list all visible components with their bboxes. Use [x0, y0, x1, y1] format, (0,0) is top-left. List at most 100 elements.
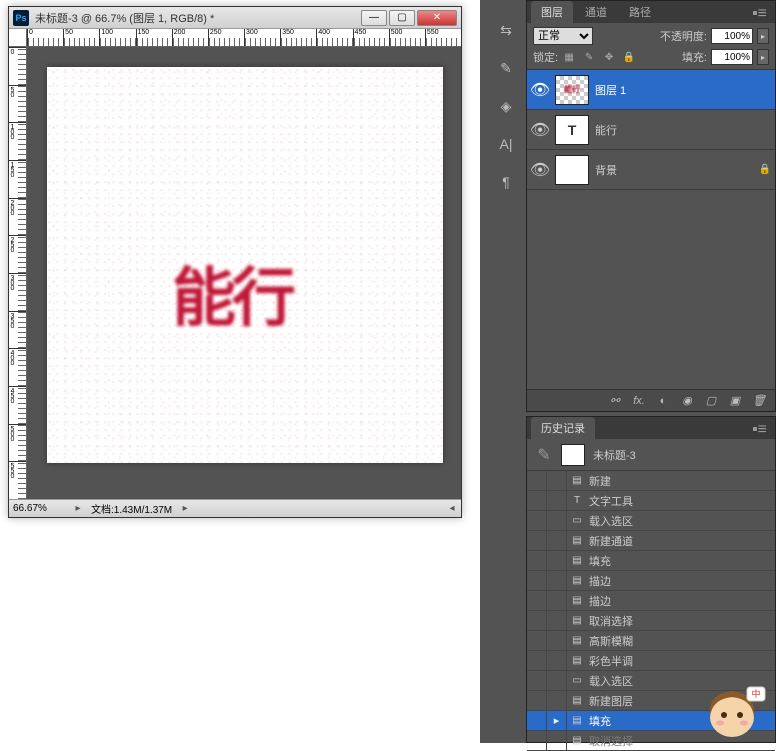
fill-label: 填充:	[682, 49, 707, 65]
ruler-tick: 450	[9, 386, 26, 424]
tool-layers-icon[interactable]: ◈	[494, 94, 518, 118]
history-row[interactable]: T文字工具	[527, 491, 775, 511]
zoom-dropdown-icon[interactable]: ▸	[73, 503, 83, 514]
layer-fx-icon[interactable]: fx.	[631, 395, 647, 407]
history-brush-icon[interactable]: ✎	[535, 445, 553, 465]
ruler-tick: 100	[9, 122, 26, 160]
ruler-tick: 300	[9, 273, 26, 311]
tab-channels[interactable]: 通道	[575, 1, 617, 23]
tool-character-icon[interactable]: A|	[494, 132, 518, 156]
layer-row[interactable]: 👁背景🔒	[527, 150, 775, 190]
minimize-button[interactable]: —	[361, 10, 387, 26]
history-panel-tabs: 历史记录 ▪≡	[527, 417, 775, 439]
tab-paths[interactable]: 路径	[619, 1, 661, 23]
layer-name[interactable]: 背景	[595, 162, 753, 178]
history-step-label: 填充	[587, 553, 611, 569]
history-row[interactable]: ▭载入选区	[527, 511, 775, 531]
ruler-tick: 150	[136, 29, 172, 46]
history-row[interactable]: ▤取消选择	[527, 731, 775, 751]
document-titlebar[interactable]: Ps 未标题-3 @ 66.7% (图层 1, RGB/8) * — ▢ ✕	[9, 7, 461, 29]
lock-label: 锁定:	[533, 49, 558, 65]
ruler-tick: 150	[9, 160, 26, 198]
tool-paragraph-icon[interactable]: ¶	[494, 170, 518, 194]
fill-dropdown-icon[interactable]: ▸	[757, 49, 769, 65]
lock-transparency-icon[interactable]: ▦	[562, 50, 576, 64]
opacity-dropdown-icon[interactable]: ▸	[757, 28, 769, 44]
ruler-corner[interactable]	[9, 29, 27, 47]
history-panel: 历史记录 ▪≡ ✎ 未标题-3 ▤新建T文字工具▭载入选区▤新建通道▤填充▤描边…	[526, 416, 776, 743]
history-row[interactable]: ▤填充	[527, 551, 775, 571]
history-step-icon: ▤	[567, 575, 587, 586]
ruler-tick: 0	[9, 47, 26, 85]
history-row[interactable]: ▸▤填充	[527, 711, 775, 731]
lock-all-icon[interactable]: 🔒	[622, 50, 636, 64]
layer-mask-icon[interactable]: ◐	[655, 395, 671, 407]
layer-thumb[interactable]: T	[555, 115, 589, 145]
opacity-input[interactable]	[711, 28, 753, 44]
layer-name[interactable]: 能行	[595, 122, 771, 138]
history-row[interactable]: ▤彩色半调	[527, 651, 775, 671]
layer-thumb[interactable]: 能行	[555, 75, 589, 105]
fill-input[interactable]	[711, 49, 753, 65]
lock-pixels-icon[interactable]: ✎	[582, 50, 596, 64]
file-size: 文档:1.43M/1.37M	[91, 501, 172, 516]
layer-thumb[interactable]	[555, 155, 589, 185]
layer-visibility-icon[interactable]: 👁	[531, 81, 549, 99]
adjustment-layer-icon[interactable]: ◉	[679, 394, 695, 407]
layers-footer: ⚯ fx. ◐ ◉ ▢ ▣ 🗑	[527, 389, 775, 411]
layer-visibility-icon[interactable]: 👁	[531, 121, 549, 139]
history-step-icon: ▭	[567, 675, 587, 686]
scroll-left-icon[interactable]: ◂	[447, 503, 457, 514]
history-row[interactable]: ▤高斯模糊	[527, 631, 775, 651]
tool-brush-icon[interactable]: ✎	[494, 56, 518, 80]
ruler-tick: 200	[172, 29, 208, 46]
zoom-level[interactable]: 66.67%	[13, 503, 65, 514]
layer-row[interactable]: 👁 能行图层 1	[527, 70, 775, 110]
ruler-vertical[interactable]: 050100150200250300350400450500550	[9, 47, 27, 499]
new-layer-icon[interactable]: ▣	[727, 394, 743, 407]
panel-menu-icon[interactable]: ▪≡	[748, 5, 771, 23]
history-step-label: 取消选择	[587, 733, 633, 749]
delete-layer-icon[interactable]: 🗑	[751, 394, 767, 407]
canvas-area[interactable]: 能行	[27, 47, 461, 499]
tool-arrange-icon[interactable]: ⇆	[494, 18, 518, 42]
canvas[interactable]: 能行	[47, 67, 443, 463]
history-doc-name: 未标题-3	[593, 447, 636, 463]
tab-layers[interactable]: 图层	[531, 1, 573, 23]
app-icon: Ps	[13, 10, 29, 26]
history-doc-thumb	[561, 444, 585, 466]
history-row[interactable]: ▭载入选区	[527, 671, 775, 691]
layer-name[interactable]: 图层 1	[595, 82, 771, 98]
history-row[interactable]: ▤新建通道	[527, 531, 775, 551]
history-step-label: 高斯模糊	[587, 633, 633, 649]
layer-row[interactable]: 👁 T 能行	[527, 110, 775, 150]
history-step-label: 文字工具	[587, 493, 633, 509]
history-step-label: 彩色半调	[587, 653, 633, 669]
ruler-tick: 300	[244, 29, 280, 46]
layer-visibility-icon[interactable]: 👁	[531, 161, 549, 179]
history-row[interactable]: ▤新建	[527, 471, 775, 491]
document-statusbar: 66.67% ▸ 文档:1.43M/1.37M ▸ ◂	[9, 499, 461, 517]
tab-history[interactable]: 历史记录	[531, 417, 595, 439]
history-step-icon: ▤	[567, 735, 587, 746]
history-panel-menu-icon[interactable]: ▪≡	[748, 421, 771, 439]
status-dropdown-icon[interactable]: ▸	[180, 503, 190, 514]
history-step-icon: ▤	[567, 635, 587, 646]
blend-mode-select[interactable]: 正常	[533, 27, 593, 45]
history-row[interactable]: ▤取消选择	[527, 611, 775, 631]
tool-strip: ⇆ ✎ ◈ A| ¶	[494, 18, 522, 194]
history-step-label: 取消选择	[587, 613, 633, 629]
lock-position-icon[interactable]: ✥	[602, 50, 616, 64]
history-row[interactable]: ▤描边	[527, 591, 775, 611]
history-row[interactable]: ▤描边	[527, 571, 775, 591]
layer-group-icon[interactable]: ▢	[703, 394, 719, 407]
link-layers-icon[interactable]: ⚯	[607, 394, 623, 407]
history-row[interactable]: ▤新建图层	[527, 691, 775, 711]
ruler-tick: 550	[9, 461, 26, 499]
ruler-horizontal[interactable]: 050100150200250300350400450500550	[27, 29, 461, 47]
history-doc-row[interactable]: ✎ 未标题-3	[527, 439, 775, 471]
maximize-button[interactable]: ▢	[389, 10, 415, 26]
close-button[interactable]: ✕	[417, 10, 457, 26]
layers-panel: 图层 通道 路径 ▪≡ 正常 不透明度: ▸ 锁定: ▦ ✎ ✥ 🔒	[526, 0, 776, 412]
history-step-icon: ▤	[567, 555, 587, 566]
